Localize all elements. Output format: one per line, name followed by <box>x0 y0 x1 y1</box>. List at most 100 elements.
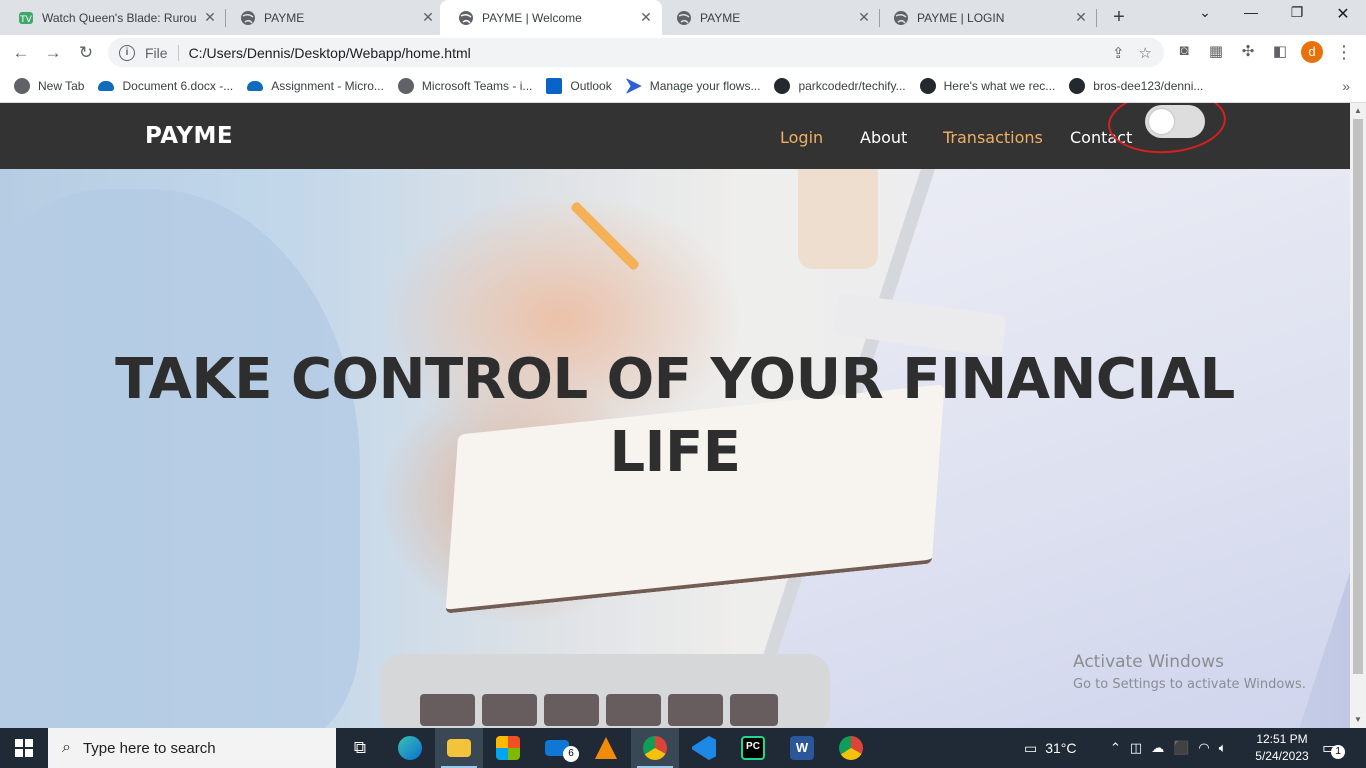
bookmark-item[interactable]: Outlook <box>546 78 612 94</box>
page-scrollbar[interactable]: ▲ ▼ <box>1350 103 1366 728</box>
tab-title: Watch Queen's Blade: Rurou <box>42 10 197 25</box>
browser-tab[interactable]: PAYME | LOGIN ✕ <box>875 0 1097 35</box>
site-logo[interactable]: PAYME <box>145 123 233 149</box>
bookmark-label: New Tab <box>38 79 85 93</box>
power-automate-icon <box>625 78 642 94</box>
microsoft-store-icon[interactable] <box>484 728 532 768</box>
extension-tile-icon[interactable]: ▦ <box>1206 42 1226 62</box>
minimize-button[interactable]: — <box>1231 4 1271 20</box>
tab-title: PAYME | Welcome <box>482 10 582 25</box>
search-icon: ⌕ <box>62 739 71 756</box>
task-view-icon[interactable]: ⧉ <box>336 728 384 768</box>
clock-time: 12:51 PM <box>1256 732 1308 746</box>
bookmark-label: bros-dee123/denni... <box>1093 79 1204 93</box>
nav-login-link[interactable]: Login <box>780 128 823 147</box>
vlc-icon[interactable] <box>582 728 630 768</box>
globe-icon <box>458 10 474 26</box>
tab-title: PAYME <box>700 10 741 25</box>
tab-title: PAYME | LOGIN <box>917 10 1005 25</box>
bookmark-label: Manage your flows... <box>649 79 761 93</box>
weather-icon: ▭ <box>1024 739 1038 756</box>
nav-about-link[interactable]: About <box>860 128 907 147</box>
url-text[interactable]: C:/Users/Dennis/Desktop/Webapp/home.html <box>189 45 471 61</box>
extensions-puzzle-icon[interactable]: ✣ <box>1238 42 1258 62</box>
onedrive-tray-icon[interactable]: ☁ <box>1151 740 1164 756</box>
browser-tab-active[interactable]: PAYME | Welcome ✕ <box>440 0 662 35</box>
headline-line-1: TAKE CONTROL OF YOUR FINANCIAL <box>115 347 1235 412</box>
activate-windows-watermark: Activate Windows Go to Settings to activ… <box>1073 652 1306 692</box>
bookmark-label: Microsoft Teams - i... <box>421 79 533 93</box>
bookmarks-overflow-icon[interactable]: » <box>1342 78 1350 94</box>
bookmark-item[interactable]: Assignment - Micro... <box>247 79 384 93</box>
bookmark-item[interactable]: Microsoft Teams - i... <box>397 78 533 94</box>
volume-icon[interactable]: 🔈︎ <box>1219 740 1227 756</box>
bookmark-star-icon[interactable]: ☆ <box>1139 44 1152 62</box>
watermark-title: Activate Windows <box>1073 652 1224 672</box>
file-explorer-icon[interactable] <box>435 728 483 768</box>
scroll-down-arrow-icon[interactable]: ▼ <box>1354 715 1362 724</box>
bookmark-label: Here's what we rec... <box>943 79 1056 93</box>
tray-chevron-icon[interactable]: ⌃ <box>1110 740 1121 756</box>
forward-button[interactable]: → <box>42 43 64 63</box>
web-page: PAYME Login About Transactions Contact T… <box>0 103 1350 728</box>
onedrive-icon <box>98 81 115 91</box>
tab-search-icon[interactable]: ⌄ <box>1185 4 1225 21</box>
back-button[interactable]: ← <box>10 43 32 63</box>
side-panel-icon[interactable]: ◧ <box>1270 42 1290 62</box>
weather-widget[interactable]: ▭ 31°C <box>1024 728 1077 768</box>
info-icon[interactable]: i <box>119 44 135 61</box>
bookmark-item[interactable]: bros-dee123/denni... <box>1069 78 1203 94</box>
bookmark-item[interactable]: Manage your flows... <box>625 78 761 94</box>
window-close-button[interactable]: ✕ <box>1323 4 1363 24</box>
reload-button[interactable]: ↻ <box>75 43 97 63</box>
headline-line-2: LIFE <box>609 420 741 485</box>
security-icon[interactable]: ⬛ <box>1173 740 1189 756</box>
word-icon[interactable]: W <box>778 728 826 768</box>
new-tab-button[interactable]: + <box>1108 6 1130 29</box>
bookmark-item[interactable]: Document 6.docx -... <box>98 79 233 93</box>
restore-button[interactable]: ❐ <box>1277 4 1317 21</box>
scroll-up-arrow-icon[interactable]: ▲ <box>1354 106 1362 115</box>
taskbar-search-placeholder: Type here to search <box>82 739 216 757</box>
windows-taskbar: ⌕ Type here to search ⧉ 6 PC W ▭ 31°C ⌃ … <box>0 728 1366 768</box>
github-icon <box>774 78 791 94</box>
mail-badge: 6 <box>563 746 579 762</box>
close-icon[interactable]: ✕ <box>636 9 656 26</box>
close-icon[interactable]: ✕ <box>854 9 874 26</box>
hero-section: TAKE CONTROL OF YOUR FINANCIAL LIFE <box>0 169 1350 728</box>
close-icon[interactable]: ✕ <box>1071 9 1091 26</box>
nav-transactions-link[interactable]: Transactions <box>943 128 1043 147</box>
globe-icon <box>676 10 692 26</box>
outlook-icon <box>546 78 563 94</box>
browser-tab[interactable]: PAYME ✕ <box>658 0 880 35</box>
notification-count: 1 <box>1331 745 1346 759</box>
notification-center-icon[interactable]: ▭ 1 <box>1322 728 1346 768</box>
taskbar-search-box[interactable]: ⌕ Type here to search <box>48 728 336 768</box>
globe-icon <box>397 78 414 94</box>
profile-avatar[interactable]: d <box>1301 41 1323 63</box>
scrollbar-thumb[interactable] <box>1353 119 1363 674</box>
globe-icon <box>14 78 30 94</box>
close-icon[interactable]: ✕ <box>200 9 220 26</box>
bookmark-item[interactable]: New Tab <box>14 78 84 94</box>
onedrive-icon <box>247 81 264 91</box>
bookmark-item[interactable]: parkcodedr/techify... <box>774 78 906 94</box>
address-bar[interactable]: i File C:/Users/Dennis/Desktop/Webapp/ho… <box>108 38 1164 67</box>
close-icon[interactable]: ✕ <box>418 9 438 26</box>
chrome-icon[interactable] <box>631 728 679 768</box>
bookmark-item[interactable]: Here's what we rec... <box>919 78 1056 94</box>
edge-icon[interactable] <box>386 728 434 768</box>
camera-icon[interactable]: ◙ <box>1174 42 1194 62</box>
meet-now-icon[interactable]: ◫ <box>1130 740 1142 756</box>
windows-start-icon[interactable] <box>0 728 48 768</box>
vscode-icon[interactable] <box>680 728 728 768</box>
chrome-profile-icon[interactable] <box>827 728 875 768</box>
menu-kebab-icon[interactable]: ⋮ <box>1334 42 1354 62</box>
pycharm-icon[interactable]: PC <box>729 728 777 768</box>
hero-headline: TAKE CONTROL OF YOUR FINANCIAL LIFE <box>0 343 1350 489</box>
taskbar-clock[interactable]: 12:51 PM 5/24/2023 <box>1252 731 1312 765</box>
browser-tab[interactable]: PAYME ✕ <box>222 0 444 35</box>
share-icon[interactable]: ⇪ <box>1112 44 1125 62</box>
wifi-icon[interactable]: ◠ <box>1198 740 1209 756</box>
browser-tab[interactable]: TV Watch Queen's Blade: Rurou ✕ <box>0 0 226 35</box>
